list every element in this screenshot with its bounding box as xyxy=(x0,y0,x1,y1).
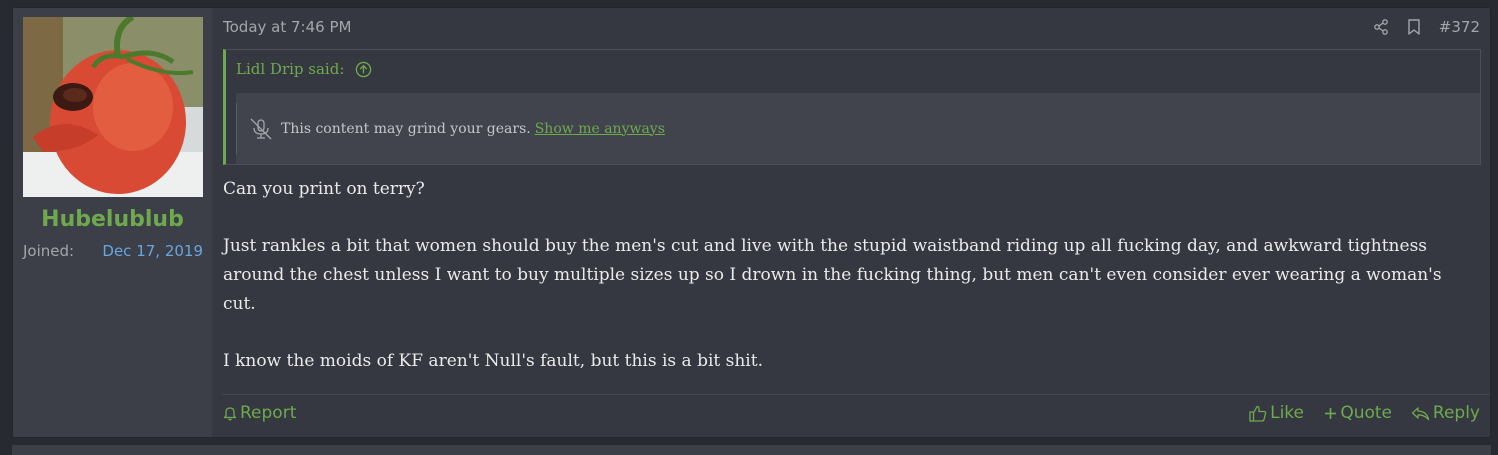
thumbs-up-icon xyxy=(1249,405,1267,422)
quote-block: Lidl Drip said: This content may grind y… xyxy=(223,49,1481,165)
post-body: Can you print on terry? Just rankles a b… xyxy=(223,175,1473,404)
report-label: Report xyxy=(240,403,297,423)
share-icon[interactable] xyxy=(1373,19,1389,39)
username[interactable]: Hubelublub xyxy=(13,207,212,232)
quote-button[interactable]: Quote xyxy=(1324,403,1392,423)
reply-button[interactable]: Reply xyxy=(1411,403,1480,423)
joined-label: Joined: xyxy=(23,242,75,260)
user-sidebar: Hubelublub Joined: Dec 17, 2019 xyxy=(13,8,212,437)
quote-header[interactable]: Lidl Drip said: xyxy=(236,59,372,78)
quote-author[interactable]: Lidl Drip said: xyxy=(236,60,344,78)
spoiler-inner: This content may grind your gears. Show … xyxy=(236,103,1480,154)
joined-date: Dec 17, 2019 xyxy=(102,242,203,260)
avatar[interactable] xyxy=(23,17,203,197)
forum-post: Hubelublub Joined: Dec 17, 2019 Today at… xyxy=(12,7,1491,438)
arrow-up-circle-icon[interactable] xyxy=(355,61,372,78)
bookmark-icon[interactable] xyxy=(1407,19,1421,39)
body-paragraph: I know the moids of KF aren't Null's fau… xyxy=(223,351,763,371)
like-label: Like xyxy=(1270,403,1304,423)
bell-icon xyxy=(223,407,237,421)
tomato-face-avatar xyxy=(23,17,203,197)
spoiler-box: This content may grind your gears. Show … xyxy=(236,93,1480,164)
show-anyways-link[interactable]: Show me anyways xyxy=(535,121,665,137)
mute-microphone-icon xyxy=(250,118,272,139)
reply-label: Reply xyxy=(1432,403,1480,423)
spoiler-warning: This content may grind your gears. xyxy=(281,120,531,137)
quote-label: Quote xyxy=(1340,403,1392,423)
post-number[interactable]: #372 xyxy=(1439,18,1480,36)
plus-icon xyxy=(1325,407,1337,419)
post-timestamp[interactable]: Today at 7:46 PM xyxy=(223,18,351,36)
body-paragraph: Just rankles a bit that women should buy… xyxy=(223,236,1442,314)
like-button[interactable]: Like xyxy=(1249,403,1304,423)
next-post-edge xyxy=(12,445,1491,455)
reply-arrow-icon xyxy=(1411,406,1430,420)
report-button[interactable]: Report xyxy=(223,403,296,423)
post-footer: Report Like Quote Reply xyxy=(222,394,1490,438)
post-main: Today at 7:46 PM #372 Lidl Drip said: Th… xyxy=(222,8,1490,437)
body-paragraph: Can you print on terry? xyxy=(223,179,425,199)
